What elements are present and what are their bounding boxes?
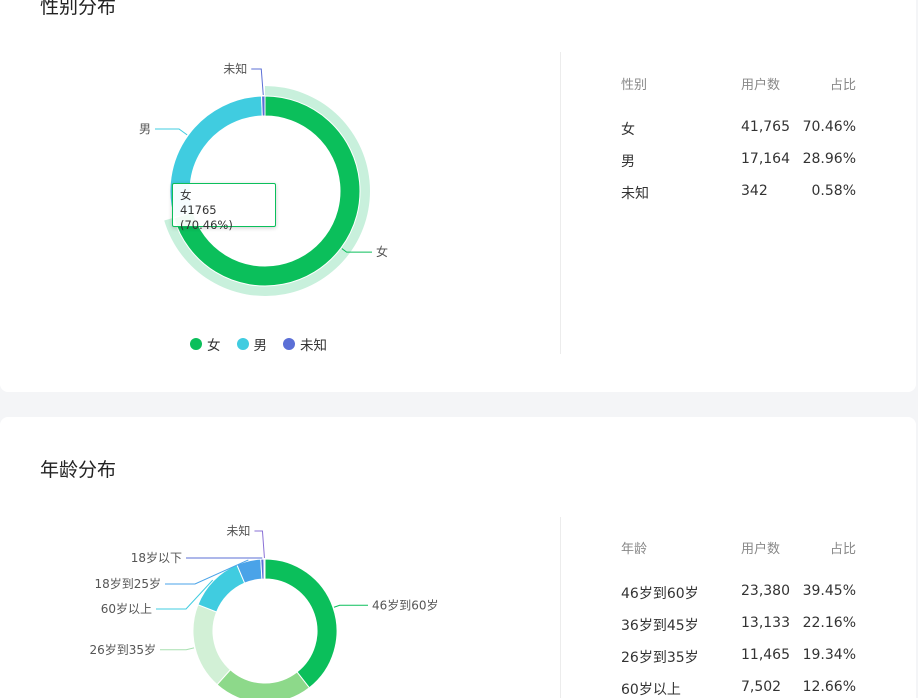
slice-46岁到60岁[interactable] xyxy=(264,558,338,689)
legend-item-unknown[interactable]: 未知 xyxy=(283,334,327,354)
slice-label: 46岁到60岁 xyxy=(372,597,439,612)
slice-label: 60岁以上 xyxy=(101,601,152,616)
slice-36岁到45岁[interactable] xyxy=(216,669,311,698)
label-line xyxy=(254,530,265,559)
legend-label: 未知 xyxy=(300,338,327,354)
legend-label: 女 xyxy=(207,338,221,354)
chart-tooltip: 女 41765 (70.46%) xyxy=(172,183,276,232)
label-line xyxy=(333,604,368,608)
tooltip-value: 41765 (70.46%) xyxy=(180,203,233,232)
legend-item-female[interactable]: 女 xyxy=(190,334,221,354)
legend-label: 男 xyxy=(253,338,268,354)
legend-dot xyxy=(190,338,202,350)
gender-legend: 女 男 未知 xyxy=(190,334,327,354)
slice-26岁到35岁[interactable] xyxy=(192,604,232,686)
legend-dot xyxy=(283,338,295,350)
tooltip-name: 女 xyxy=(180,188,192,202)
slice-label: 26岁到35岁 xyxy=(89,642,156,657)
slice-label: 18岁以下 xyxy=(131,550,182,565)
legend-dot xyxy=(236,338,249,350)
slice-label: 未知 xyxy=(226,524,250,538)
age-donut-chart: 46岁到60岁 26岁到35岁 60岁以上 18岁到25岁 18岁以下 未知 xyxy=(89,524,439,698)
slice-label: 18岁到25岁 xyxy=(94,576,161,591)
legend-item-male[interactable]: 男 xyxy=(236,334,268,354)
slice-未知[interactable] xyxy=(263,558,266,580)
label-line xyxy=(160,647,195,651)
